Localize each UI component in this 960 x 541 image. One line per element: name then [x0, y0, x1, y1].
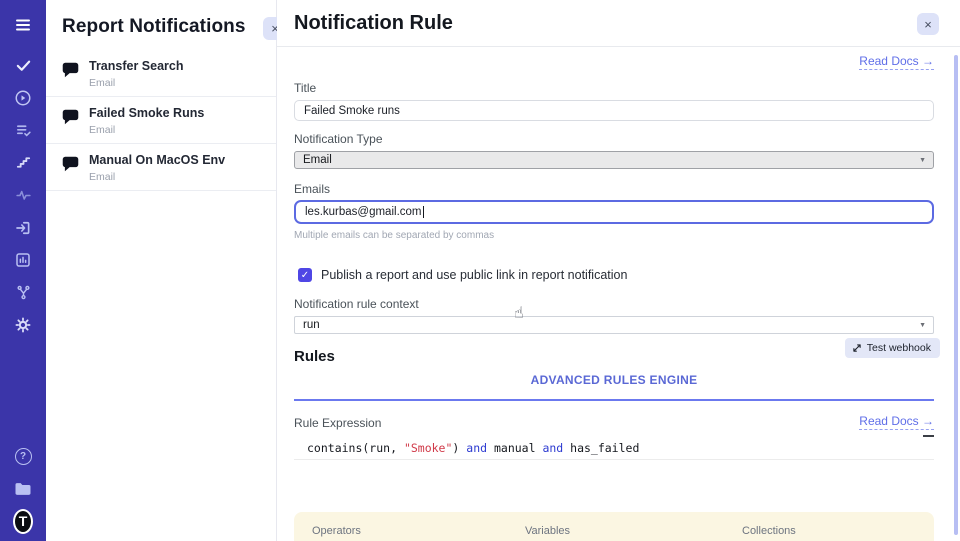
notification-item-type: Email: [89, 171, 225, 183]
text-caret: [423, 206, 424, 218]
pulse-icon[interactable]: [13, 185, 33, 205]
sign-in-icon[interactable]: [13, 218, 33, 238]
nav-sidebar: ? T: [0, 0, 46, 541]
editor-scrollbar[interactable]: [923, 435, 934, 437]
rules-tab-bar: ADVANCED RULES ENGINE: [294, 371, 934, 401]
tab-advanced-rules-engine[interactable]: ADVANCED RULES ENGINE: [531, 373, 698, 387]
help-column: Variables has_passed, has_failed, has_co…: [525, 525, 726, 541]
help-column-header: Variables: [525, 525, 726, 537]
steps-icon[interactable]: [13, 153, 33, 173]
rule-context-value: run: [303, 319, 320, 331]
test-webhook-button[interactable]: Test webhook: [845, 338, 940, 358]
title-input-value: Failed Smoke runs: [304, 105, 400, 117]
vertical-scrollbar[interactable]: [954, 55, 958, 535]
notification-list-item[interactable]: Failed Smoke Runs Email: [46, 97, 276, 144]
read-docs-link[interactable]: Read Docs →: [859, 54, 934, 70]
notification-item-name: Failed Smoke Runs: [89, 105, 204, 122]
bar-chart-icon[interactable]: [13, 250, 33, 270]
emails-input[interactable]: les.kurbas@gmail.com: [294, 200, 934, 224]
close-icon: ×: [924, 17, 932, 32]
context-field-label: Notification rule context: [294, 297, 934, 311]
help-question-glyph: ?: [15, 448, 32, 465]
chat-bubble-icon: [61, 155, 80, 174]
notification-type-select[interactable]: Email ▼: [294, 151, 934, 169]
emails-input-value: les.kurbas@gmail.com: [305, 206, 422, 218]
rule-expression-editor[interactable]: contains(run, "Smoke") and manual and ha…: [294, 439, 934, 508]
title-field-label: Title: [294, 81, 934, 95]
chat-bubble-icon: [61, 108, 80, 127]
app-root: ? T Report Notifications × Transfer Sear…: [0, 0, 960, 541]
read-docs-link-rules[interactable]: Read Docs →: [859, 414, 934, 430]
rule-expression-code: contains(run, "Smoke") and manual and ha…: [294, 439, 934, 460]
notification-item-type: Email: [89, 124, 204, 136]
checkbox-check-icon: ✓: [301, 270, 309, 281]
rule-expression-label: Rule Expression: [294, 416, 381, 430]
test-webhook-label: Test webhook: [867, 342, 931, 354]
help-column: Collections tests, passed_tests, failed_…: [742, 525, 916, 541]
notification-item-text: Manual On MacOS Env Email: [89, 152, 225, 183]
notification-item-name: Manual On MacOS Env: [89, 152, 225, 169]
rules-help-panel: Operators and, or - logical operators<, …: [294, 512, 934, 541]
notification-item-text: Transfer Search Email: [89, 58, 184, 89]
help-column-header: Collections: [742, 525, 916, 537]
emails-helper-text: Multiple emails can be separated by comm…: [294, 230, 934, 241]
title-input[interactable]: Failed Smoke runs: [294, 100, 934, 121]
webhook-arrows-icon: [852, 343, 862, 353]
help-column: Operators and, or - logical operators<, …: [312, 525, 509, 541]
notification-item-text: Failed Smoke Runs Email: [89, 105, 204, 136]
folder-icon[interactable]: [13, 479, 33, 499]
notification-item-type: Email: [89, 77, 184, 89]
publish-checkbox-label: Publish a report and use public link in …: [321, 268, 627, 282]
help-icon[interactable]: ?: [13, 446, 33, 466]
rules-heading: Rules: [294, 344, 934, 365]
report-notifications-header: Report Notifications ×: [46, 0, 276, 50]
notification-type-value: Email: [303, 154, 332, 166]
list-check-icon[interactable]: [13, 120, 33, 140]
emails-field-label: Emails: [294, 182, 934, 196]
main-close-button[interactable]: ×: [917, 13, 939, 35]
menu-icon[interactable]: [13, 15, 33, 35]
type-field-label: Notification Type: [294, 132, 934, 146]
play-circle-icon[interactable]: [13, 88, 33, 108]
page-title: Notification Rule: [294, 12, 960, 35]
publish-checkbox-row: ✓ Publish a report and use public link i…: [294, 268, 934, 282]
gear-icon[interactable]: [13, 315, 33, 335]
notification-rule-panel: Notification Rule × Read Docs → Title Fa…: [277, 0, 960, 541]
report-notifications-panel: Report Notifications × Transfer Search E…: [46, 0, 277, 541]
fork-icon[interactable]: [13, 283, 33, 303]
app-logo[interactable]: T: [13, 511, 33, 531]
publish-checkbox[interactable]: ✓: [298, 268, 312, 282]
notification-list-item[interactable]: Manual On MacOS Env Email: [46, 144, 276, 191]
chat-bubble-icon: [61, 61, 80, 80]
check-icon[interactable]: [13, 55, 33, 75]
help-column-header: Operators: [312, 525, 509, 537]
chevron-down-icon: ▼: [919, 157, 926, 164]
main-content: Read Docs → Title Failed Smoke runs Noti…: [277, 54, 960, 541]
chevron-down-icon: ▼: [919, 322, 926, 329]
main-header: Notification Rule ×: [277, 0, 960, 47]
notification-list: Transfer Search Email Failed Smoke Runs …: [46, 50, 276, 191]
rule-context-select[interactable]: run ▼: [294, 316, 934, 334]
rules-header-row: Rules Test webhook: [294, 344, 934, 368]
notification-item-name: Transfer Search: [89, 58, 184, 75]
notification-list-item[interactable]: Transfer Search Email: [46, 50, 276, 97]
rule-expression-row: Rule Expression Read Docs →: [294, 414, 934, 430]
logo-letter: T: [13, 509, 33, 534]
panel-title: Report Notifications: [62, 16, 260, 38]
